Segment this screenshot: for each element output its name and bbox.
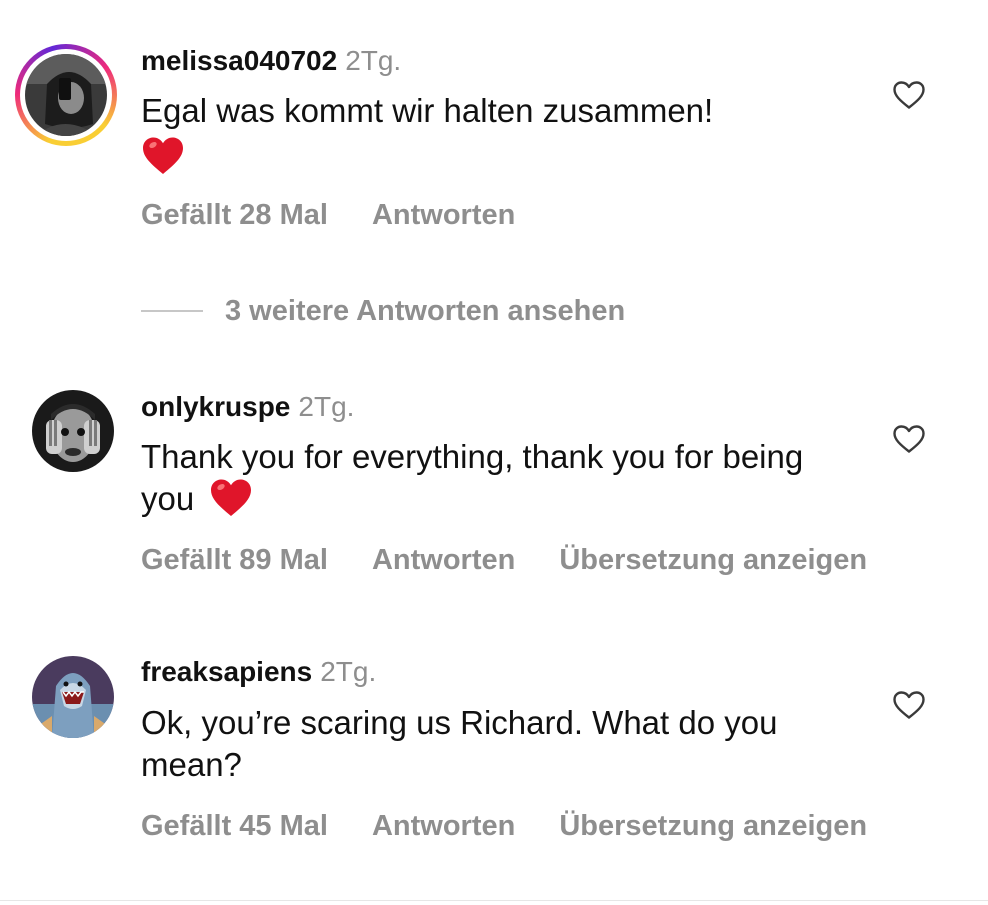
red-heart-emoji-icon: [211, 479, 252, 516]
comment-text: Thank you for everything, thank you for …: [141, 436, 841, 520]
replies-divider-line: [141, 310, 203, 312]
username[interactable]: freaksapiens: [141, 656, 312, 687]
comment-text: Egal was kommt wir halten zusammen!: [141, 90, 841, 178]
heart-outline-icon[interactable]: [892, 690, 926, 720]
translate-button[interactable]: Übersetzung anzeigen: [559, 810, 867, 842]
comment-text: Ok, you’re scaring us Richard. What do y…: [141, 702, 821, 786]
avatar[interactable]: [25, 54, 107, 136]
reply-button[interactable]: Antworten: [372, 544, 515, 576]
avatar-wrap: [32, 656, 114, 738]
likes-count[interactable]: Gefällt 28 Mal: [141, 199, 328, 231]
story-ring[interactable]: [15, 44, 117, 146]
comment-actions: Gefällt 28 Mal Antworten: [141, 197, 559, 233]
comment-actions: Gefällt 89 Mal Antworten Übersetzung anzei…: [141, 542, 867, 578]
story-ring-gap: [20, 49, 112, 141]
comment-header: freaksapiens 2Tg.: [141, 654, 376, 690]
heart-outline-icon[interactable]: [892, 424, 926, 454]
avatar[interactable]: [32, 390, 114, 472]
heart-outline-icon[interactable]: [892, 80, 926, 110]
reply-button[interactable]: Antworten: [372, 199, 515, 231]
reply-button[interactable]: Antworten: [372, 810, 515, 842]
timestamp: 2Tg.: [345, 45, 402, 76]
comment-header: melissa040702 2Tg.: [141, 43, 401, 79]
view-more-replies-label: 3 weitere Antworten ansehen: [225, 294, 626, 327]
comment-text-body: Ok, you’re scaring us Richard. What do y…: [141, 704, 778, 783]
username[interactable]: onlykruspe: [141, 391, 290, 422]
translate-button[interactable]: Übersetzung anzeigen: [559, 544, 867, 576]
likes-count[interactable]: Gefällt 45 Mal: [141, 810, 328, 842]
timestamp: 2Tg.: [298, 391, 355, 422]
view-more-replies-button[interactable]: 3 weitere Antworten ansehen: [141, 291, 625, 331]
username[interactable]: melissa040702: [141, 45, 337, 76]
comment-header: onlykruspe 2Tg.: [141, 389, 354, 425]
timestamp: 2Tg.: [320, 656, 377, 687]
red-heart-emoji-icon: [143, 137, 183, 174]
comment-actions: Gefällt 45 Mal Antworten Übersetzung anzei…: [141, 808, 867, 844]
comment-text-body: Egal was kommt wir halten zusammen!: [141, 92, 714, 129]
likes-count[interactable]: Gefällt 89 Mal: [141, 544, 328, 576]
avatar[interactable]: [32, 656, 114, 738]
avatar-wrap: [32, 390, 114, 472]
bottom-divider: [0, 900, 988, 901]
